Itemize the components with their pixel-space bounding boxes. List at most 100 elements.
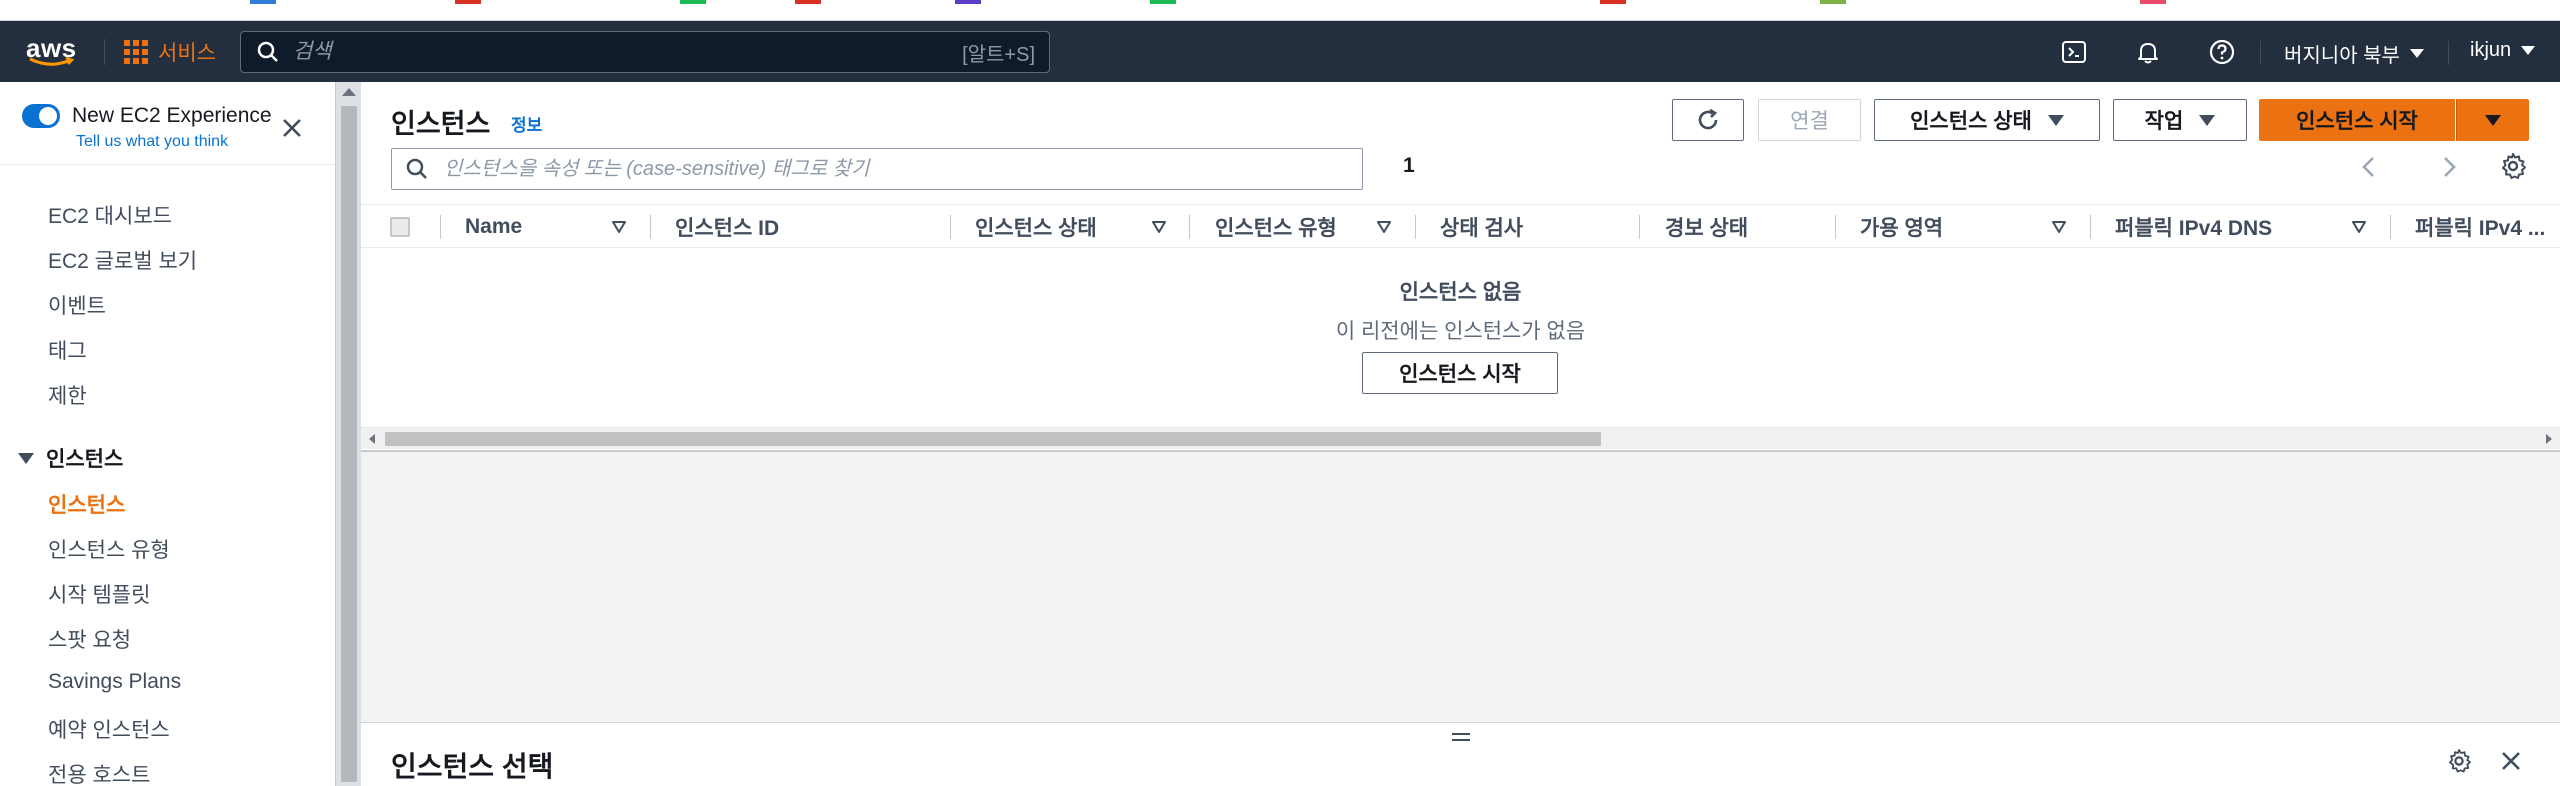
resize-handle-icon[interactable] bbox=[1452, 733, 1470, 745]
services-grid-icon bbox=[124, 40, 148, 64]
close-icon[interactable] bbox=[278, 114, 306, 142]
sidebar-item-tags[interactable]: 태그 bbox=[48, 335, 87, 365]
column-header-name[interactable]: Name bbox=[465, 205, 522, 249]
launch-options-dropdown[interactable] bbox=[2456, 99, 2529, 141]
nav-divider bbox=[104, 39, 105, 65]
scroll-up-icon[interactable] bbox=[342, 88, 356, 96]
region-selector[interactable]: 버지니아 북부 bbox=[2284, 39, 2424, 68]
chevron-down-icon bbox=[2521, 46, 2536, 55]
sidebar: New EC2 Experience Tell us what you thin… bbox=[0, 82, 335, 786]
actions-label: 작업 bbox=[2144, 110, 2184, 133]
search-icon bbox=[406, 158, 427, 179]
sidebar-item-launch-templates[interactable]: 시작 템플릿 bbox=[48, 579, 150, 609]
page-number[interactable]: 1 bbox=[1403, 154, 1415, 178]
select-all-checkbox[interactable] bbox=[390, 217, 410, 237]
search-icon bbox=[257, 41, 278, 62]
column-divider bbox=[1835, 215, 1836, 239]
sidebar-item-ec2-global-view[interactable]: EC2 글로벌 보기 bbox=[48, 245, 197, 275]
sort-icon[interactable] bbox=[2351, 219, 2367, 235]
sidebar-divider bbox=[0, 164, 335, 165]
instance-state-label: 인스턴스 상태 bbox=[1910, 110, 2032, 133]
bookmark-icon[interactable] bbox=[955, 0, 981, 4]
instance-filter[interactable] bbox=[391, 148, 1363, 190]
empty-state-title: 인스턴스 없음 bbox=[1399, 281, 1522, 304]
empty-launch-instances-button[interactable]: 인스턴스 시작 bbox=[1362, 352, 1558, 394]
gear-icon[interactable] bbox=[2445, 747, 2473, 775]
new-experience-toggle[interactable] bbox=[22, 104, 60, 128]
user-label: ikjun bbox=[2470, 39, 2512, 61]
page-title: 인스턴스 bbox=[391, 109, 491, 139]
sort-icon[interactable] bbox=[2051, 219, 2067, 235]
info-link[interactable]: 정보 bbox=[511, 111, 542, 136]
chevron-down-icon bbox=[2047, 114, 2064, 126]
filter-input[interactable] bbox=[444, 157, 1362, 181]
sort-icon[interactable] bbox=[1151, 219, 1167, 235]
bookmark-icon[interactable] bbox=[250, 0, 276, 4]
column-header-availability-zone[interactable]: 가용 영역 bbox=[1860, 205, 1943, 249]
column-header-instance-type[interactable]: 인스턴스 유형 bbox=[1215, 205, 1337, 249]
launch-instances-button[interactable]: 인스턴스 시작 bbox=[2259, 99, 2455, 141]
column-divider bbox=[2390, 215, 2391, 239]
sidebar-item-ec2-dashboard[interactable]: EC2 대시보드 bbox=[48, 200, 172, 230]
split-panel-title: 인스턴스 선택 bbox=[391, 751, 554, 782]
refresh-button[interactable] bbox=[1672, 99, 1744, 141]
column-divider bbox=[950, 215, 951, 239]
sort-icon[interactable] bbox=[611, 219, 627, 235]
bookmark-icon[interactable] bbox=[1820, 0, 1846, 4]
sort-icon[interactable] bbox=[1376, 219, 1392, 235]
bookmark-icon[interactable] bbox=[1150, 0, 1176, 4]
instances-panel: 인스턴스 정보 연결 인스턴스 상태 작업 인스턴스 시작 1 bbox=[361, 82, 2560, 452]
services-menu-button[interactable]: 서비스 bbox=[124, 38, 216, 66]
column-divider bbox=[2090, 215, 2091, 239]
account-menu[interactable]: ikjun bbox=[2470, 39, 2536, 62]
scrollbar-thumb[interactable] bbox=[341, 106, 357, 782]
actions-dropdown[interactable]: 작업 bbox=[2113, 99, 2247, 141]
nav-divider bbox=[2448, 41, 2449, 65]
column-header-status-check[interactable]: 상태 검사 bbox=[1440, 205, 1523, 249]
aws-logo[interactable]: aws bbox=[26, 33, 76, 69]
sidebar-item-instance-types[interactable]: 인스턴스 유형 bbox=[48, 534, 170, 564]
empty-state-subtitle: 이 리전에는 인스턴스가 없음 bbox=[1335, 320, 1586, 343]
next-page-icon[interactable] bbox=[2436, 152, 2462, 182]
bookmark-icon[interactable] bbox=[1600, 0, 1626, 4]
sidebar-item-limits[interactable]: 제한 bbox=[48, 380, 87, 410]
cloudshell-icon[interactable] bbox=[2060, 38, 2088, 66]
scroll-left-icon[interactable] bbox=[369, 434, 375, 444]
global-search-box[interactable]: [알트+S] bbox=[240, 31, 1050, 73]
column-divider bbox=[1189, 215, 1190, 239]
sidebar-section-instances[interactable]: 인스턴스 bbox=[18, 443, 123, 473]
sidebar-item-dedicated-hosts[interactable]: 전용 호스트 bbox=[48, 759, 150, 786]
bookmark-icon[interactable] bbox=[795, 0, 821, 4]
global-search-input[interactable] bbox=[293, 40, 963, 64]
sidebar-item-spot-requests[interactable]: 스팟 요청 bbox=[48, 624, 131, 654]
previous-page-icon[interactable] bbox=[2356, 152, 2382, 182]
refresh-icon bbox=[1698, 108, 1718, 130]
chevron-down-icon bbox=[2409, 49, 2424, 58]
split-panel: 인스턴스 선택 bbox=[361, 722, 2560, 786]
column-header-public-ipv4-dns[interactable]: 퍼블릭 IPv4 DNS bbox=[2115, 205, 2272, 249]
gear-icon[interactable] bbox=[2498, 151, 2528, 181]
feedback-link[interactable]: Tell us what you think bbox=[76, 133, 228, 151]
bell-icon[interactable] bbox=[2134, 38, 2162, 66]
scrollbar-thumb[interactable] bbox=[385, 432, 1601, 446]
bookmark-icon[interactable] bbox=[455, 0, 481, 4]
sidebar-item-instances[interactable]: 인스턴스 bbox=[48, 489, 125, 519]
bookmark-icon[interactable] bbox=[2140, 0, 2166, 4]
sidebar-item-savings-plans[interactable]: Savings Plans bbox=[48, 670, 181, 694]
column-header-alarm-status[interactable]: 경보 상태 bbox=[1665, 205, 1748, 249]
column-divider bbox=[1639, 215, 1640, 239]
section-label: 인스턴스 bbox=[46, 448, 124, 471]
help-icon[interactable] bbox=[2208, 38, 2236, 66]
bookmark-icon[interactable] bbox=[680, 0, 706, 4]
scroll-right-icon[interactable] bbox=[2546, 434, 2552, 444]
column-header-instance-state[interactable]: 인스턴스 상태 bbox=[975, 205, 1097, 249]
connect-button[interactable]: 연결 bbox=[1758, 99, 1861, 141]
column-header-instance-id[interactable]: 인스턴스 ID bbox=[675, 205, 779, 249]
instance-state-dropdown[interactable]: 인스턴스 상태 bbox=[1874, 99, 2100, 141]
sidebar-scrollbar[interactable] bbox=[335, 82, 361, 786]
close-icon[interactable] bbox=[2497, 747, 2525, 775]
sidebar-item-events[interactable]: 이벤트 bbox=[48, 290, 106, 320]
table-horizontal-scrollbar[interactable] bbox=[361, 427, 2560, 449]
column-header-public-ipv4[interactable]: 퍼블릭 IPv4 ... bbox=[2415, 205, 2545, 249]
sidebar-item-reserved-instances[interactable]: 예약 인스턴스 bbox=[48, 714, 170, 744]
